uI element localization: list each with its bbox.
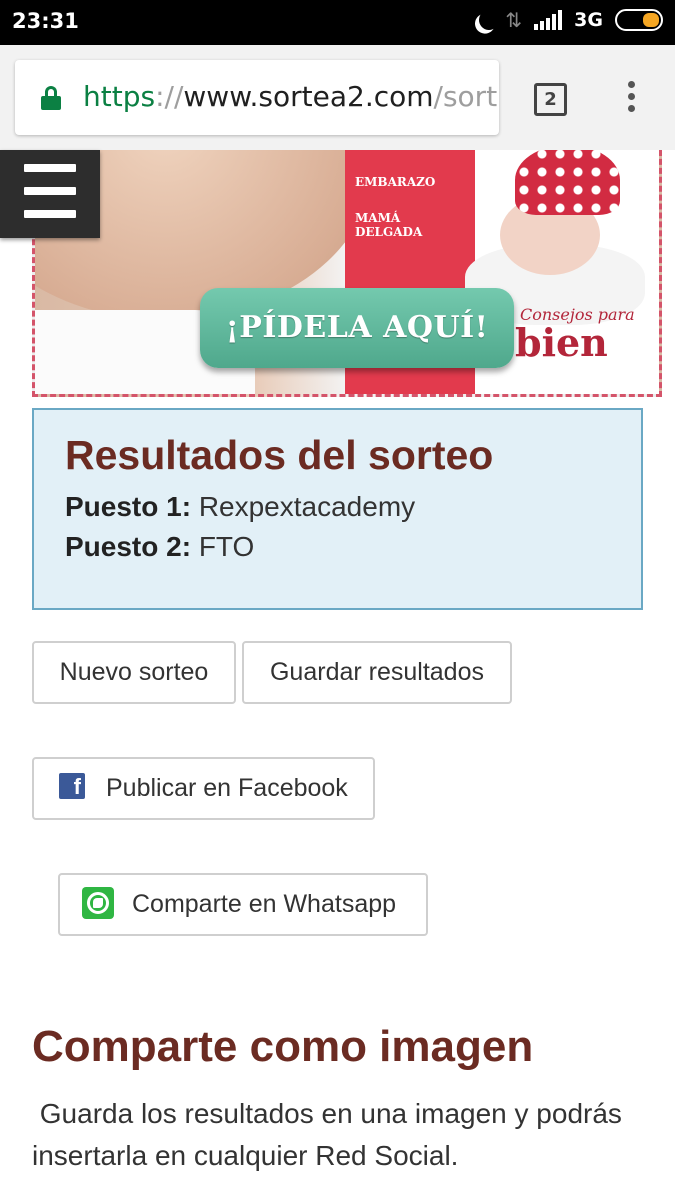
status-icons: ⇅ 3G bbox=[473, 8, 663, 32]
results-title: Resultados del sorteo bbox=[65, 432, 494, 478]
save-results-button[interactable]: Guardar resultados bbox=[242, 641, 512, 704]
hamburger-menu-icon[interactable] bbox=[0, 150, 100, 238]
tab-switcher-button[interactable]: 2 bbox=[534, 83, 567, 116]
new-draw-button[interactable]: Nuevo sorteo bbox=[32, 641, 236, 704]
moon-icon bbox=[477, 7, 503, 33]
signal-icon bbox=[534, 10, 563, 30]
status-bar: 23:31 ⇅ 3G bbox=[0, 0, 675, 45]
result-row: Puesto 2: FTO bbox=[65, 531, 255, 562]
overflow-menu-icon[interactable] bbox=[624, 81, 638, 117]
request-offer-button[interactable]: ¡PÍDELA AQUÍ! bbox=[200, 288, 514, 368]
network-type: 3G bbox=[574, 9, 603, 31]
data-arrows-icon: ⇅ bbox=[505, 8, 523, 32]
draw-results-panel: Resultados del sorteo Puesto 1: Rexpexta… bbox=[32, 408, 643, 610]
lock-icon[interactable] bbox=[41, 86, 61, 110]
whatsapp-share-button[interactable]: Comparte en Whatsapp bbox=[58, 873, 428, 936]
battery-icon bbox=[615, 9, 663, 31]
result-row: Puesto 1: Rexpextacademy bbox=[65, 491, 416, 522]
share-image-description: Guarda los resultados en una imagen y po… bbox=[32, 1098, 630, 1171]
promo-banner[interactable]: EMBARAZO MAMÁ DELGADA Consejos para bien… bbox=[32, 150, 662, 397]
share-image-title: Comparte como imagen bbox=[32, 1022, 534, 1071]
facebook-icon: f bbox=[59, 773, 85, 799]
browser-toolbar: https://www.sortea2.com/sort 2 bbox=[0, 45, 675, 150]
url-text[interactable]: https://www.sortea2.com/sort bbox=[83, 80, 497, 113]
address-bar[interactable]: https://www.sortea2.com/sort bbox=[15, 60, 499, 135]
whatsapp-icon bbox=[82, 887, 114, 919]
facebook-share-button[interactable]: f Publicar en Facebook bbox=[32, 757, 375, 820]
status-time: 23:31 bbox=[12, 9, 79, 33]
